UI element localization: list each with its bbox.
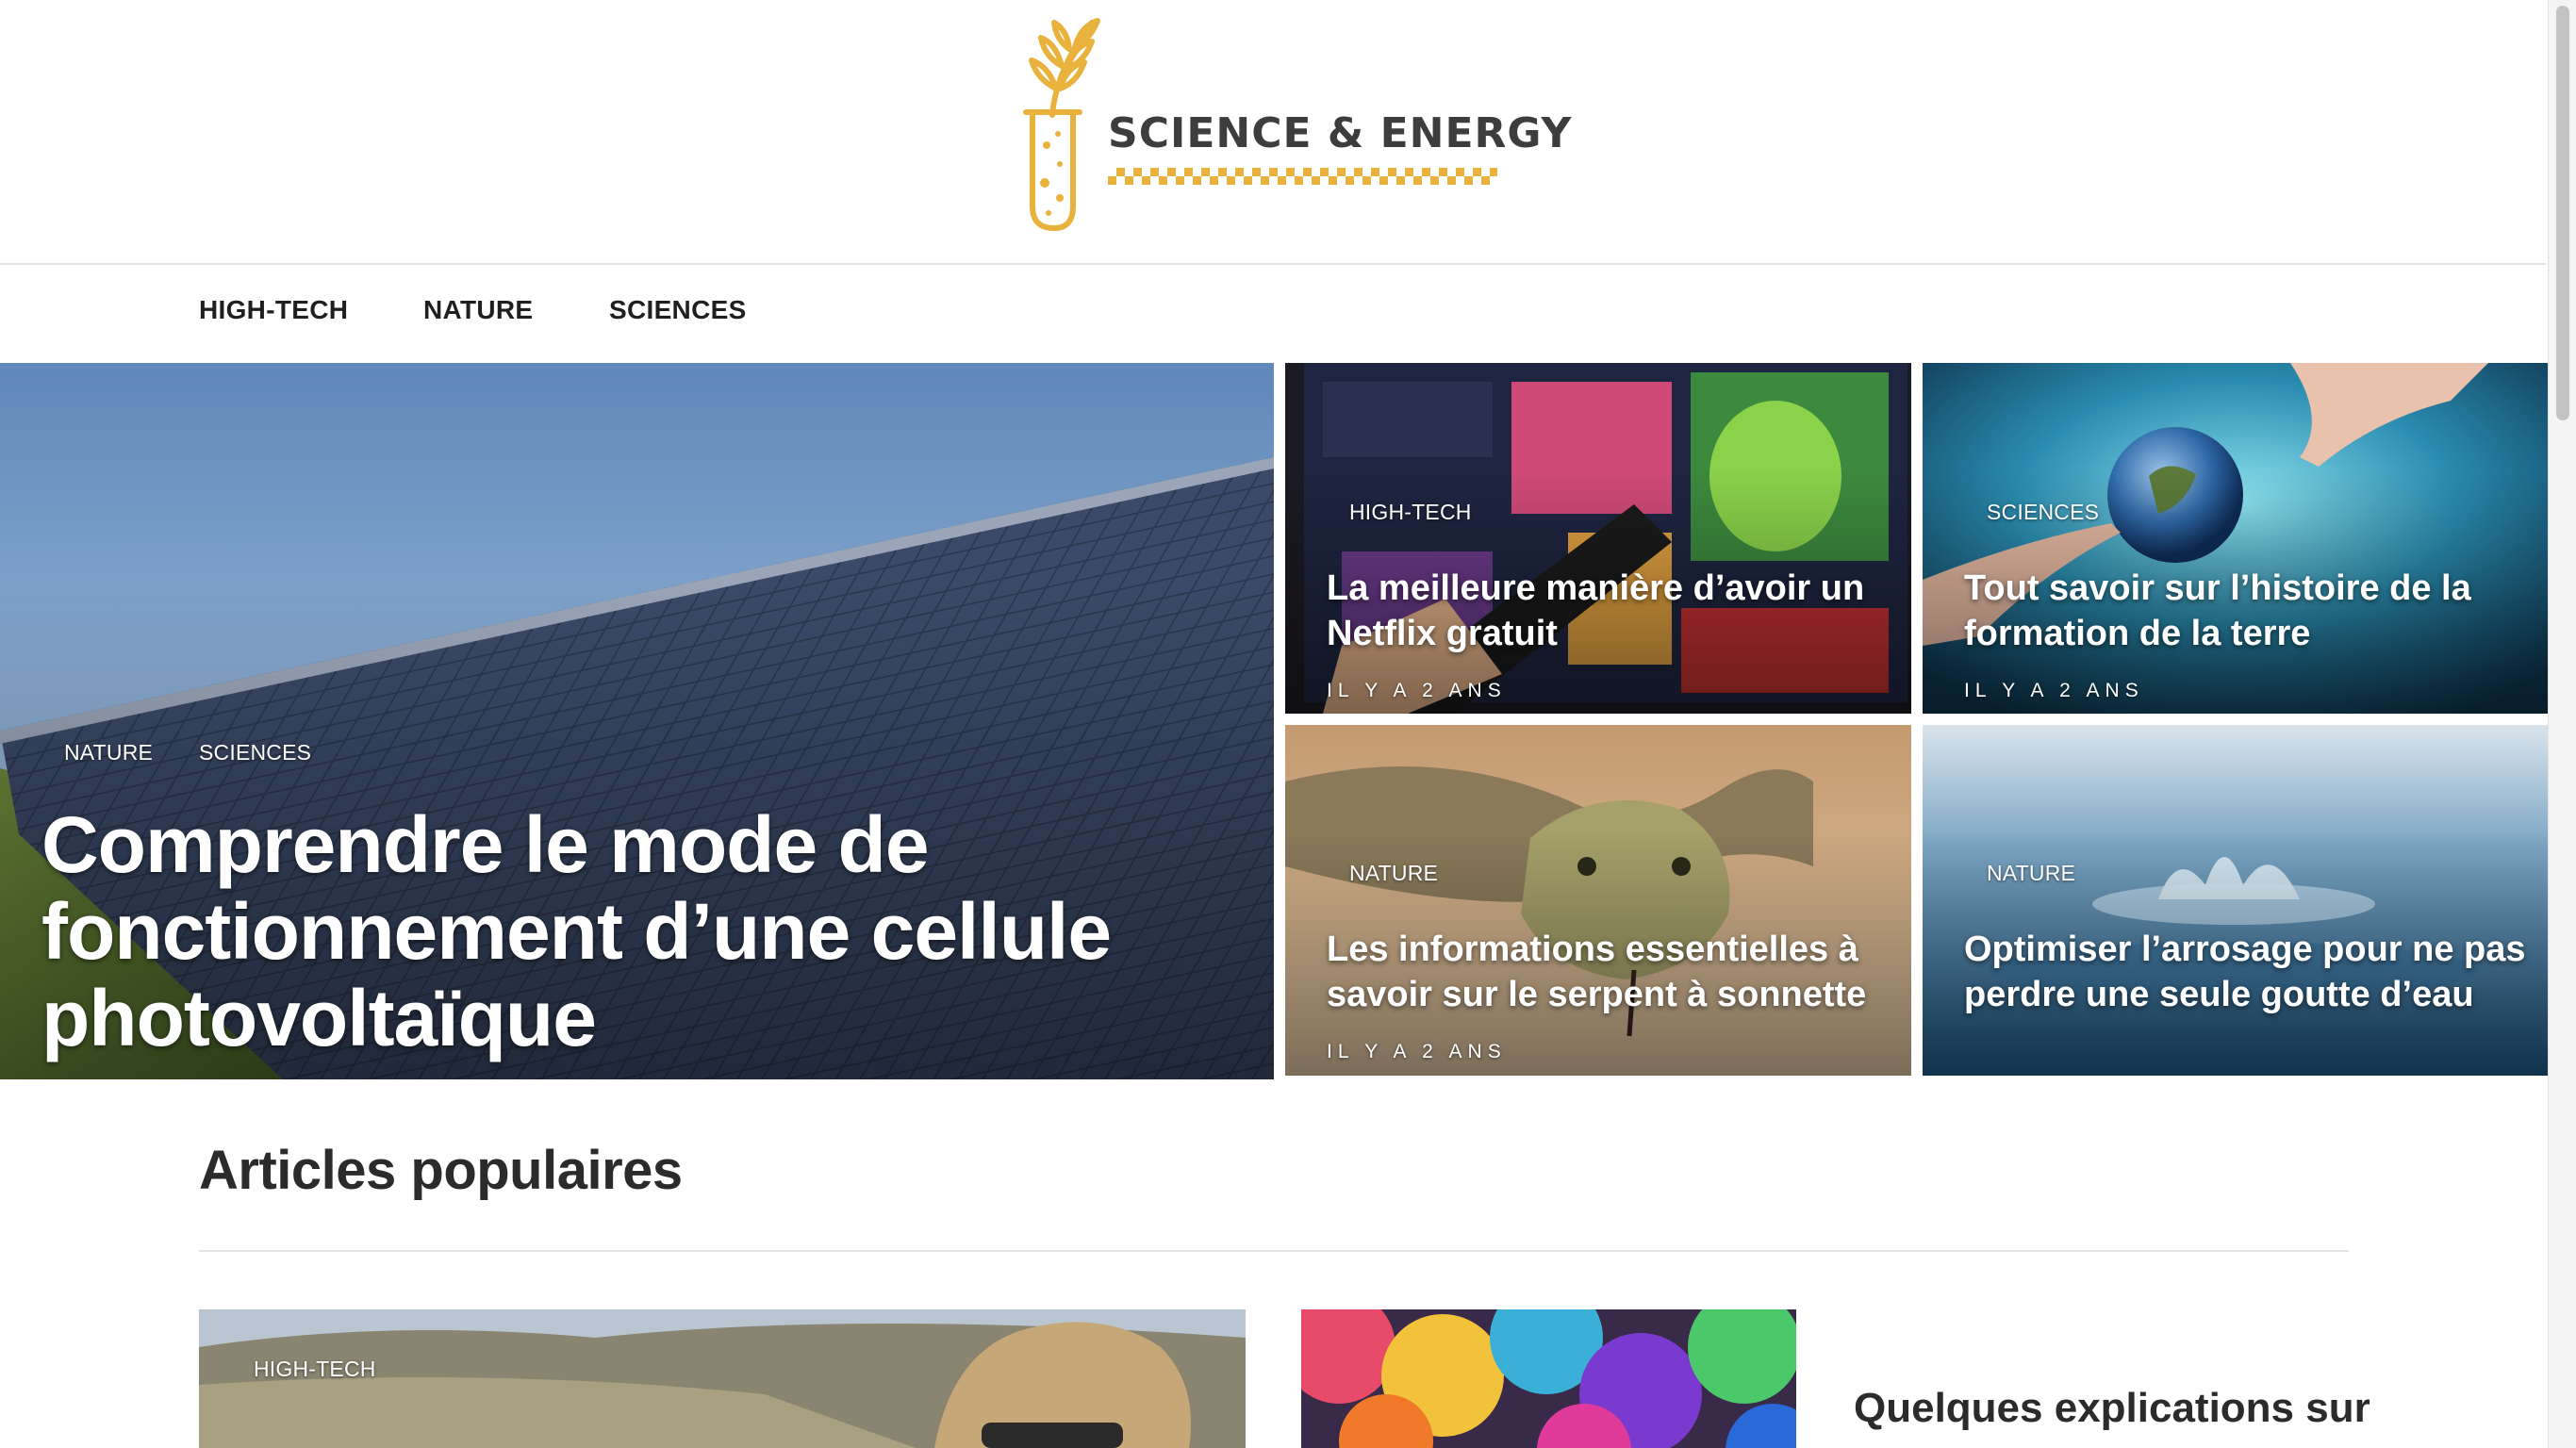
scrollbar-thumb[interactable] bbox=[2556, 6, 2569, 420]
category-tag[interactable]: NATURE bbox=[1987, 861, 2075, 886]
category-tag[interactable]: SCIENCES bbox=[1987, 500, 2099, 525]
article-date: IL Y A 2 ANS bbox=[1327, 1041, 1507, 1062]
logo-text: SCIENCE & ENERGY bbox=[1108, 109, 1573, 157]
popular-card-2[interactable] bbox=[1301, 1309, 1796, 1448]
article-date: IL Y A 2 ANS bbox=[1327, 680, 1507, 701]
category-tag[interactable]: NATURE bbox=[64, 740, 153, 765]
rainbow-roses-image bbox=[1301, 1309, 1796, 1448]
hero-card-netflix[interactable]: HIGH-TECH La meilleure manière d’avoir u… bbox=[1285, 363, 1911, 714]
article-title[interactable]: Les informations essentielles à savoir s… bbox=[1327, 927, 1892, 1017]
nav-item-high-tech[interactable]: HIGH-TECH bbox=[199, 295, 348, 325]
category-tag[interactable]: HIGH-TECH bbox=[1349, 500, 1472, 525]
nav-item-nature[interactable]: NATURE bbox=[423, 295, 533, 325]
category-tag[interactable]: HIGH-TECH bbox=[254, 1357, 376, 1382]
hero-main-title[interactable]: Comprendre le mode de fonctionnement d’u… bbox=[41, 801, 1258, 1061]
article-title[interactable]: Tout savoir sur l’histoire de la formati… bbox=[1964, 566, 2530, 656]
hero-card-snake[interactable]: NATURE Les informations essentielles à s… bbox=[1285, 725, 1911, 1076]
hero-main-card[interactable]: NATURE SCIENCES Comprendre le mode de fo… bbox=[0, 363, 1274, 1079]
article-title[interactable]: Quelques explications sur bbox=[1854, 1382, 2419, 1435]
category-tag[interactable]: NATURE bbox=[1349, 861, 1438, 886]
hero-card-earth[interactable]: SCIENCES Tout savoir sur l’histoire de l… bbox=[1923, 363, 2548, 714]
section-title-popular: Articles populaires bbox=[199, 1140, 683, 1201]
vertical-scrollbar[interactable] bbox=[2548, 0, 2576, 1448]
article-title[interactable]: La meilleure manière d’avoir un Netflix … bbox=[1327, 566, 1892, 656]
popular-card-1[interactable]: HIGH-TECH bbox=[199, 1309, 1246, 1448]
logo-checker-underline bbox=[1108, 168, 1497, 185]
article-title[interactable]: Optimiser l’arrosage pour ne pas perdre … bbox=[1964, 927, 2530, 1017]
section-divider bbox=[199, 1250, 2349, 1252]
nav-item-sciences[interactable]: SCIENCES bbox=[609, 295, 747, 325]
hero-card-water[interactable]: NATURE Optimiser l’arrosage pour ne pas … bbox=[1923, 725, 2548, 1076]
site-logo[interactable]: SCIENCE & ENERGY bbox=[1018, 13, 1571, 239]
category-tag[interactable]: SCIENCES bbox=[199, 740, 311, 765]
article-date: IL Y A 2 ANS bbox=[1964, 680, 2144, 701]
main-nav: HIGH-TECH NATURE SCIENCES bbox=[0, 267, 2546, 363]
site-header: SCIENCE & ENERGY bbox=[0, 0, 2546, 265]
